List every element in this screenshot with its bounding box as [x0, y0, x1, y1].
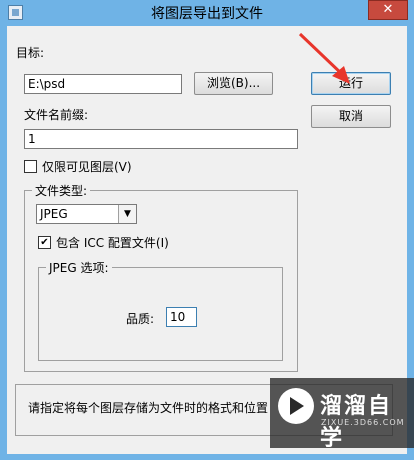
prefix-input[interactable]: 1	[24, 129, 298, 149]
browse-button[interactable]: 浏览(B)...	[194, 72, 273, 95]
window-title: 将图层导出到文件	[151, 6, 263, 22]
file-type-value: JPEG	[40, 207, 68, 221]
dialog-window: 将图层导出到文件 ✕ 目标: E:\psd 浏览(B)... 运行 取消 文件名…	[0, 0, 414, 460]
prefix-label: 文件名前缀:	[24, 108, 89, 122]
quality-label: 品质:	[126, 312, 155, 326]
target-label: 目标:	[16, 46, 45, 60]
watermark-url: ZIXUE.3D66.COM	[321, 418, 405, 427]
icc-label: 包含 ICC 配置文件(I)	[56, 236, 169, 250]
file-type-label: 文件类型:	[32, 182, 91, 199]
jpeg-options-group: JPEG 选项: 品质: 10	[38, 259, 283, 361]
file-type-select[interactable]: JPEG ▼	[36, 204, 137, 224]
target-path-input[interactable]: E:\psd	[24, 74, 182, 94]
status-text: 请指定将每个图层存储为文件时的格式和位置	[28, 401, 269, 415]
play-logo-icon	[278, 388, 314, 424]
icc-checkbox[interactable]: ✔	[38, 236, 51, 249]
file-type-group: 文件类型: JPEG ▼ ✔ 包含 ICC 配置文件(I) JPEG 选项: 品…	[24, 182, 298, 372]
jpeg-options-label: JPEG 选项:	[46, 259, 112, 276]
checkmark-icon: ✔	[40, 237, 49, 248]
visible-only-checkbox[interactable]	[24, 160, 37, 173]
cancel-button[interactable]: 取消	[311, 105, 391, 128]
quality-input[interactable]: 10	[166, 307, 197, 327]
annotation-arrow-icon	[298, 32, 350, 84]
title-bar[interactable]: 将图层导出到文件 ✕	[0, 0, 414, 26]
chevron-down-icon[interactable]: ▼	[118, 205, 136, 223]
close-button[interactable]: ✕	[368, 0, 408, 20]
visible-only-label: 仅限可见图层(V)	[42, 160, 132, 174]
watermark: 溜溜自学 ZIXUE.3D66.COM	[270, 378, 414, 451]
